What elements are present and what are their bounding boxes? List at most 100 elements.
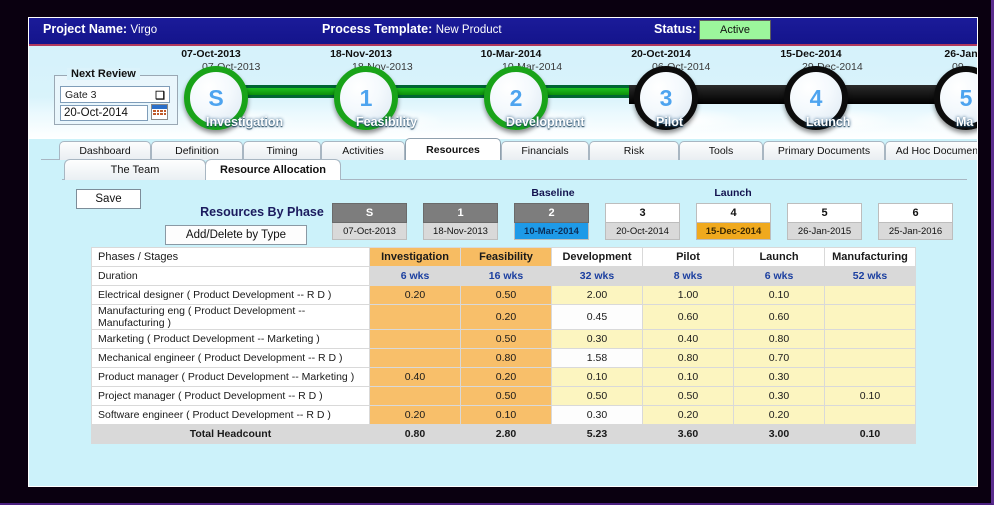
alloc-cell[interactable] [369,304,461,330]
gate-planned-date: 20-Oct-2014 [631,48,691,60]
status-badge: Active [699,20,771,40]
alloc-cell[interactable]: 0.30 [551,329,643,349]
alloc-cell[interactable]: 0.50 [460,329,552,349]
gate-marker-s[interactable]: 07-Oct-2013 07-Oct-2013 S Investigation [181,48,283,130]
duration-investigation: 6 wks [369,266,461,286]
gate-strip-number: 5 [787,203,862,223]
next-review-date-input[interactable]: 20-Oct-2014 [60,105,148,121]
gate-strip-number: 4 [696,203,771,223]
alloc-cell[interactable]: 0.60 [733,304,825,330]
subtab-resource-allocation[interactable]: Resource Allocation [205,159,341,180]
alloc-cell[interactable]: 0.60 [642,304,734,330]
alloc-cell[interactable]: 0.20 [460,304,552,330]
gate-strip-cell-1[interactable]: 1 18-Nov-2013 [423,203,498,240]
gate-strip-cell-6[interactable]: 6 25-Jan-2016 [878,203,953,240]
alloc-cell[interactable]: 1.58 [551,348,643,368]
alloc-cell[interactable]: 0.50 [551,386,643,406]
tab-definition[interactable]: Definition [151,141,243,160]
tab-ad-hoc-documents[interactable]: Ad Hoc Documents [885,141,977,160]
gate-strip-date-baseline: 10-Mar-2014 [514,223,589,240]
alloc-cell[interactable]: 0.50 [460,285,552,305]
next-review-legend: Next Review [67,68,140,80]
alloc-cell[interactable]: 0.10 [551,367,643,387]
alloc-cell[interactable]: 0.10 [733,285,825,305]
calendar-icon[interactable] [151,104,168,120]
tab-primary-documents[interactable]: Primary Documents [763,141,885,160]
alloc-cell[interactable]: 0.70 [733,348,825,368]
alloc-cell[interactable] [824,348,916,368]
resource-name: Electrical designer ( Product Developmen… [91,285,370,305]
alloc-cell[interactable] [824,329,916,349]
next-review-gate-value: Gate 3 [65,88,97,101]
subtab-the-team[interactable]: The Team [64,159,206,180]
gate-strip-cell-s[interactable]: S 07-Oct-2013 [332,203,407,240]
column-header-investigation: Investigation [369,247,461,267]
alloc-cell[interactable] [824,285,916,305]
total-feasibility: 2.80 [460,424,552,444]
gate-strip-date: 20-Oct-2014 [605,223,680,240]
tab-tools[interactable]: Tools [679,141,763,160]
alloc-cell[interactable] [369,386,461,406]
timeline-track-completed [189,85,633,98]
alloc-cell[interactable]: 0.30 [733,386,825,406]
tab-financials[interactable]: Financials [501,141,589,160]
alloc-cell[interactable]: 0.80 [733,329,825,349]
alloc-cell[interactable] [824,367,916,387]
alloc-cell[interactable]: 0.10 [642,367,734,387]
alloc-cell[interactable]: 0.50 [460,386,552,406]
gate-marker-4[interactable]: 15-Dec-2014 29-Dec-2014 4 Launch [780,48,863,130]
gate-marker-5[interactable]: 26-Jan 09- 5 Ma [934,48,977,130]
tab-dashboard[interactable]: Dashboard [59,141,151,160]
alloc-cell[interactable]: 0.30 [733,367,825,387]
gate-strip-date-launch: 15-Dec-2014 [696,223,771,240]
column-header-manufacturing: Manufacturing [824,247,916,267]
total-development: 5.23 [551,424,643,444]
chevron-down-icon: ❏ [155,90,165,102]
column-header-launch: Launch [733,247,825,267]
tab-timing[interactable]: Timing [243,141,321,160]
save-button[interactable]: Save [76,189,141,209]
resource-allocation-table: Phases / Stages Investigation Feasibilit… [91,247,916,444]
gate-planned-date: 18-Nov-2013 [330,48,392,60]
resource-name: Manufacturing eng ( Product Development … [91,304,370,330]
alloc-cell[interactable]: 0.20 [460,367,552,387]
add-delete-by-type-button[interactable]: Add/Delete by Type [165,225,307,245]
alloc-cell[interactable]: 2.00 [551,285,643,305]
gate-marker-2[interactable]: 10-Mar-2014 10-Mar-2014 2 Development [481,48,585,130]
alloc-cell[interactable]: 0.20 [369,285,461,305]
alloc-cell[interactable]: 0.80 [460,348,552,368]
alloc-cell[interactable] [369,329,461,349]
alloc-cell[interactable]: 1.00 [642,285,734,305]
alloc-cell[interactable]: 0.50 [642,386,734,406]
tab-activities[interactable]: Activities [321,141,405,160]
alloc-cell[interactable] [369,348,461,368]
process-template-label: Process Template: [322,22,433,36]
alloc-cell[interactable]: 0.10 [824,386,916,406]
alloc-cell[interactable]: 0.80 [642,348,734,368]
tab-risk[interactable]: Risk [589,141,679,160]
gate-strip-cell-2[interactable]: 2 10-Mar-2014 [514,203,589,240]
phase-name: Ma [956,115,974,129]
gate-marker-3[interactable]: 20-Oct-2014 06-Oct-2014 3 Pilot [631,48,710,130]
total-manufacturing: 0.10 [824,424,916,444]
next-review-gate-select[interactable]: Gate 3 ❏ [60,86,170,103]
table-row: Electrical designer ( Product Developmen… [91,285,916,305]
alloc-cell[interactable]: 0.45 [551,304,643,330]
gate-strip-cell-3[interactable]: 3 20-Oct-2014 [605,203,680,240]
alloc-cell[interactable]: 0.40 [369,367,461,387]
alloc-cell[interactable]: 0.30 [551,405,643,425]
alloc-cell[interactable] [824,405,916,425]
gate-strip-number: S [332,203,407,223]
alloc-cell[interactable]: 0.10 [460,405,552,425]
gate-planned-date: 26-Jan [944,48,977,60]
gate-strip-cell-4[interactable]: 4 15-Dec-2014 [696,203,771,240]
alloc-cell[interactable]: 0.40 [642,329,734,349]
alloc-cell[interactable]: 0.20 [642,405,734,425]
alloc-cell[interactable] [824,304,916,330]
gate-strip-cell-5[interactable]: 5 26-Jan-2015 [787,203,862,240]
gate-marker-1[interactable]: 18-Nov-2013 18-Nov-2013 1 Feasibility [330,48,417,130]
alloc-cell[interactable]: 0.20 [733,405,825,425]
tab-resources[interactable]: Resources [405,138,501,160]
alloc-cell[interactable]: 0.20 [369,405,461,425]
resource-name: Software engineer ( Product Development … [91,405,370,425]
